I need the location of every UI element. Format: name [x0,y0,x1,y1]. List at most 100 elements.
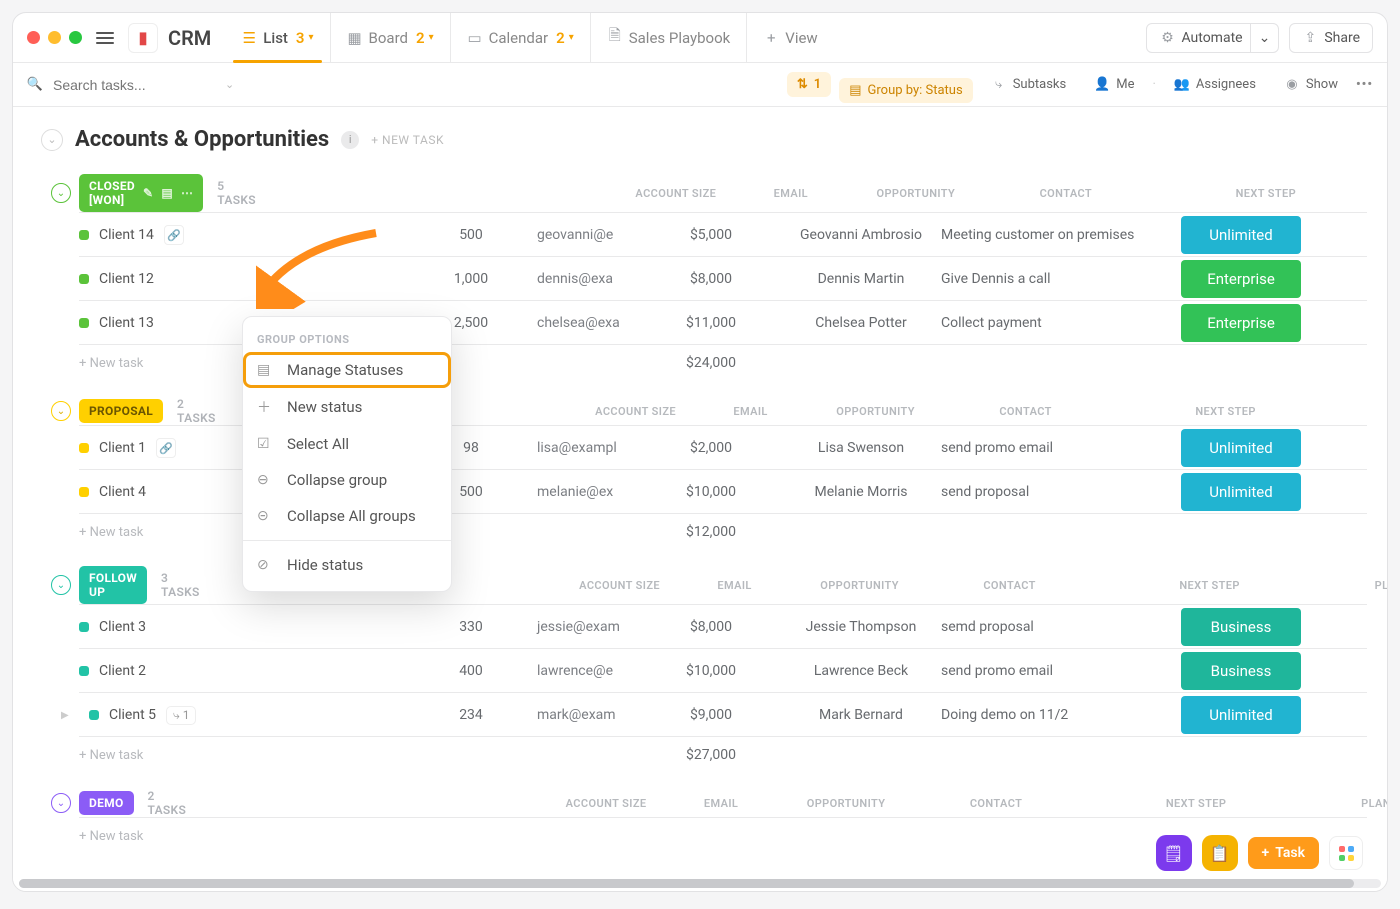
group-status-tag[interactable]: FOLLOW UP [79,566,147,604]
space-title[interactable]: ▮ CRM [128,23,211,53]
cell-contact[interactable]: Geovanni Ambrosio [781,227,941,243]
plan-pill[interactable]: Unlimited [1181,473,1301,511]
plan-pill[interactable]: Enterprise [1181,304,1301,342]
cell-next-step[interactable]: Collect payment [941,315,1181,331]
col-email[interactable]: EMAIL [736,187,846,200]
cell-contact[interactable]: Jessie Thompson [781,619,941,635]
col-opportunity[interactable]: OPPORTUNITY [806,405,946,418]
cell-account-size[interactable]: 500 [411,227,531,243]
subtasks-button[interactable]: ⤷ Subtasks [981,72,1077,97]
menu-item-hide-status[interactable]: ⊘Hide status [243,547,451,583]
cell-next-step[interactable]: Give Dennis a call [941,271,1181,287]
view-doc[interactable]: 🗎 Sales Playbook [591,13,748,62]
plan-pill[interactable]: Enterprise [1181,260,1301,298]
cell-email[interactable]: lawrence@e [531,663,641,679]
share-button[interactable]: ⇪ Share [1289,23,1373,53]
status-dot-icon[interactable] [79,622,89,632]
col-next-step[interactable]: NEXT STEP [1090,579,1330,592]
cell-account-size[interactable]: 330 [411,619,531,635]
col-account-size[interactable]: ACCOUNT SIZE [576,405,696,418]
menu-icon[interactable] [96,32,114,44]
group-status-tag[interactable]: CLOSED [WON]✎▤⋯ [79,174,203,212]
cell-next-step[interactable]: send proposal [941,484,1181,500]
add-view[interactable]: + View [747,13,833,62]
group-collapse-icon[interactable]: ⌄ [51,793,71,813]
menu-item-select-all[interactable]: ☑Select All [243,426,451,462]
group-status-tag[interactable]: DEMO [79,791,134,815]
status-dot-icon[interactable] [79,318,89,328]
col-email[interactable]: EMAIL [666,797,776,810]
info-icon[interactable]: i [341,131,359,149]
plan-pill[interactable]: Unlimited [1181,216,1301,254]
col-opportunity[interactable]: OPPORTUNITY [846,187,986,200]
group-collapse-icon[interactable]: ⌄ [51,401,71,421]
col-email[interactable]: EMAIL [696,405,806,418]
col-contact[interactable]: CONTACT [916,797,1076,810]
filter-button[interactable]: ⇅ 1 [787,72,831,97]
link-icon[interactable]: 🔗 [156,438,176,458]
close-window-icon[interactable] [27,31,40,44]
new-task-row[interactable]: + New task [79,829,411,844]
clipboard-fab[interactable]: 📋 [1202,835,1238,871]
me-button[interactable]: 👤 Me [1084,72,1144,97]
link-icon[interactable]: 🔗 [164,225,184,245]
menu-item-manage-statuses[interactable]: ▤Manage Statuses [243,352,451,388]
chevron-down-icon[interactable]: ⌄ [225,78,234,91]
col-opportunity[interactable]: OPPORTUNITY [776,797,916,810]
cell-account-size[interactable]: 400 [411,663,531,679]
cell-opportunity[interactable]: $10,000 [641,663,781,679]
cell-contact[interactable]: Melanie Morris [781,484,941,500]
cell-opportunity[interactable]: $8,000 [641,619,781,635]
cell-email[interactable]: dennis@exa [531,271,641,287]
group-collapse-icon[interactable]: ⌄ [51,575,71,595]
edit-icon[interactable]: ✎ [143,186,153,200]
cell-contact[interactable]: Mark Bernard [781,707,941,723]
col-plan[interactable]: PLAN [1386,187,1387,200]
status-dot-icon[interactable] [79,487,89,497]
cell-email[interactable]: chelsea@exa [531,315,641,331]
cell-contact[interactable]: Dennis Martin [781,271,941,287]
view-list[interactable]: ☰ List 3 ▾ [225,13,330,62]
cell-contact[interactable]: Lisa Swenson [781,440,941,456]
cell-email[interactable]: geovanni@e [531,227,641,243]
cell-contact[interactable]: Chelsea Potter [781,315,941,331]
table-row[interactable]: ▶ Client 5 ⤷1 234 mark@exam $9,000 Mark … [79,693,1367,737]
cell-email[interactable]: melanie@ex [531,484,641,500]
subtask-count[interactable]: ⤷1 [166,706,196,725]
status-dot-icon[interactable] [79,443,89,453]
assignees-button[interactable]: 👥 Assignees [1164,72,1266,97]
new-task-row[interactable]: + New task [79,748,411,763]
col-plan[interactable]: PLAN [1346,405,1387,418]
cell-next-step[interactable]: semd proposal [941,619,1181,635]
new-task-top[interactable]: + NEW TASK [371,133,444,147]
expand-icon[interactable]: ▶ [61,710,73,721]
maximize-window-icon[interactable] [69,31,82,44]
col-plan[interactable]: PLAN [1330,579,1387,592]
col-next-step[interactable]: NEXT STEP [1106,405,1346,418]
more-icon[interactable]: ••• [1356,77,1373,92]
new-task-fab[interactable]: + Task [1248,837,1319,869]
search-input[interactable] [51,76,211,94]
cell-opportunity[interactable]: $9,000 [641,707,781,723]
search-input-wrap[interactable]: 🔍 ⌄ [27,76,267,94]
col-contact[interactable]: CONTACT [946,405,1106,418]
more-icon[interactable]: ⋯ [181,186,193,200]
automate-dropdown[interactable]: ⌄ [1250,23,1280,53]
menu-item-collapse-all-groups[interactable]: ⊝Collapse All groups [243,498,451,534]
cell-account-size[interactable]: 1,000 [411,271,531,287]
col-opportunity[interactable]: OPPORTUNITY [790,579,930,592]
status-dot-icon[interactable] [89,710,99,720]
options-icon[interactable]: ▤ [161,186,173,200]
horizontal-scrollbar[interactable] [19,879,1381,888]
cell-opportunity[interactable]: $2,000 [641,440,781,456]
cell-email[interactable]: jessie@exam [531,619,641,635]
cell-email[interactable]: mark@exam [531,707,641,723]
col-email[interactable]: EMAIL [680,579,790,592]
plan-pill[interactable]: Business [1181,652,1301,690]
notepad-fab[interactable]: 🗒 [1156,835,1192,871]
cell-next-step[interactable]: Doing demo on 11/2 [941,707,1181,723]
status-dot-icon[interactable] [79,274,89,284]
col-next-step[interactable]: NEXT STEP [1076,797,1316,810]
cell-next-step[interactable]: Meeting customer on premises [941,227,1181,243]
cell-next-step[interactable]: send promo email [941,440,1181,456]
